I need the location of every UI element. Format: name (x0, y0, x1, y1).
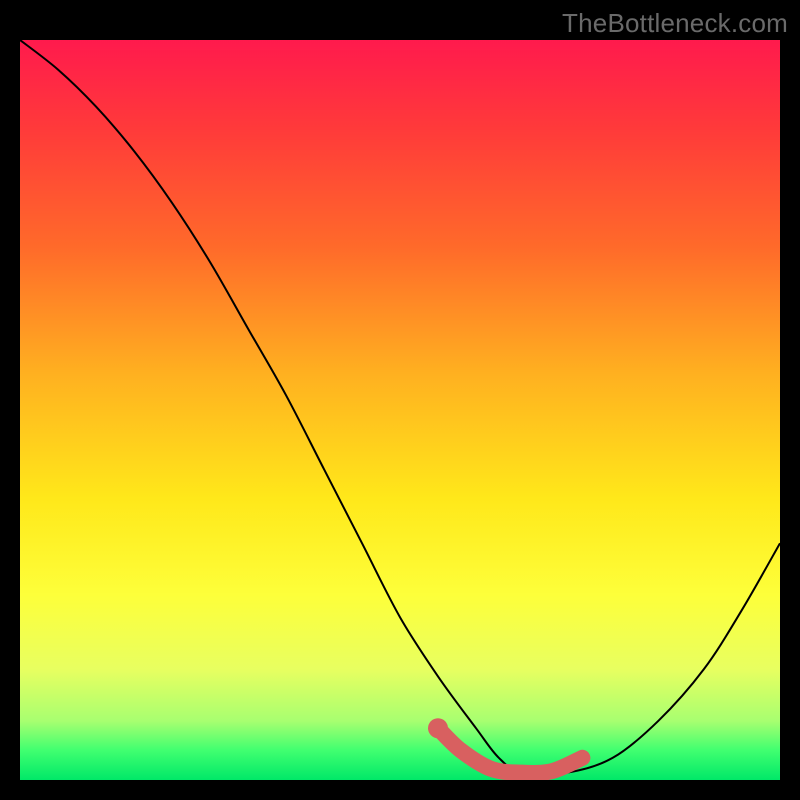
optimal-zone-dot (428, 718, 448, 738)
optimal-zone-highlight (438, 728, 582, 773)
plot-area (20, 40, 780, 780)
chart-container: TheBottleneck.com (0, 0, 800, 800)
bottleneck-curve (20, 40, 780, 774)
curve-svg (20, 40, 780, 780)
watermark-text: TheBottleneck.com (562, 8, 788, 39)
